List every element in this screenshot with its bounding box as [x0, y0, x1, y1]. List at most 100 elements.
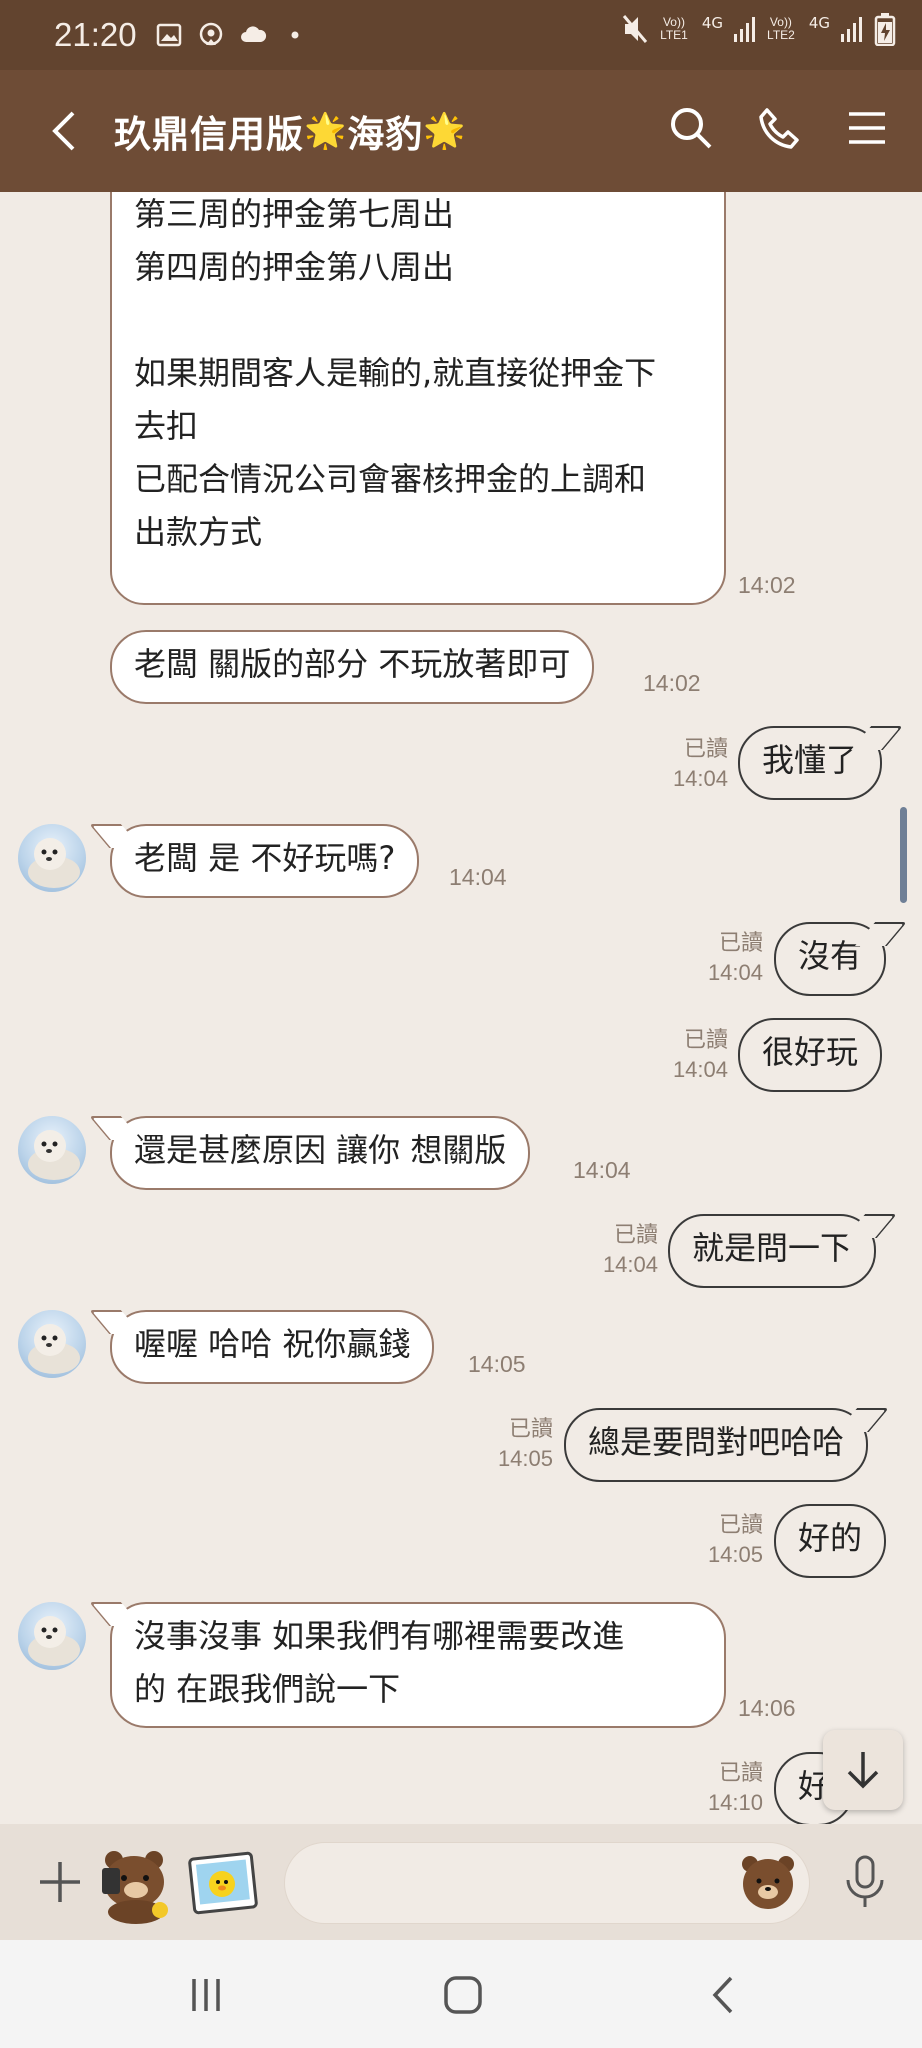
message-text: 已配合情況公司會審核押金的上調和	[134, 460, 647, 498]
message-text: 第三周的押金第七周出	[134, 195, 455, 233]
message-time: 14:02	[738, 572, 796, 598]
avatar[interactable]	[18, 1602, 86, 1670]
message-meta: 已讀 14:05	[465, 1414, 553, 1474]
phone-icon	[759, 108, 799, 149]
signal-icon	[734, 17, 756, 42]
seal-avatar-image	[28, 838, 80, 888]
message-meta: 已讀 14:04	[675, 928, 763, 988]
message-text: 的 在跟我們說一下	[134, 1670, 401, 1708]
status-notification-icons	[155, 21, 309, 49]
message-time: 14:05	[468, 1351, 526, 1377]
message-time: 14:02	[643, 670, 701, 696]
message-time: 14:05	[707, 1542, 763, 1567]
read-receipt: 已讀	[508, 1416, 553, 1441]
message-bubble[interactable]: 還是甚麼原因 讓你 想關版	[110, 1116, 531, 1190]
avatar[interactable]	[18, 1310, 86, 1378]
message-time: 14:04	[573, 1157, 631, 1183]
bear-emoji-icon	[742, 1856, 794, 1909]
message-time: 14:04	[672, 766, 728, 791]
chat-title-suffix: 海豹	[347, 113, 424, 156]
voice-button[interactable]	[840, 1854, 890, 1910]
chat-title: 玖鼎信用版 🌟 海豹 🌟	[114, 104, 467, 158]
message-text: 很好玩	[762, 1033, 859, 1071]
message-text: 出款方式	[134, 513, 263, 551]
map-pin-icon	[199, 22, 222, 46]
message-time: 14:04	[707, 960, 763, 985]
back-chevron-icon	[712, 1976, 733, 2014]
message-meta: 已讀 14:04	[570, 1220, 658, 1280]
message-text: 總是要問對吧哈哈	[588, 1423, 845, 1461]
read-receipt: 已讀	[718, 1512, 763, 1537]
avatar[interactable]	[18, 824, 86, 892]
emoji-button[interactable]	[738, 1852, 798, 1912]
message-text: 還是甚麼原因 讓你 想關版	[134, 1131, 507, 1169]
dot-icon	[291, 31, 299, 39]
seal-avatar-image	[28, 1130, 80, 1180]
home-button[interactable]	[433, 1970, 493, 2020]
avatar[interactable]	[18, 1116, 86, 1184]
message-text: 喔喔 哈哈 祝你贏錢	[134, 1325, 411, 1363]
read-receipt: 已讀	[683, 1027, 728, 1052]
back-button[interactable]	[34, 101, 94, 161]
message-time: 14:10	[707, 1790, 763, 1815]
message-text: 第四周的押金第八周出	[134, 248, 455, 286]
status-bar: 21:20 Vo)) LTE1 4G Vo)) LTE2 4G	[0, 0, 922, 70]
message-text: 沒事沒事 如果我們有哪裡需要改進	[134, 1617, 625, 1655]
message-meta: 已讀 14:10	[675, 1758, 763, 1818]
arrow-down-icon	[847, 1752, 879, 1789]
message-text: 我懂了	[762, 741, 859, 779]
message-bubble[interactable]: 好的	[774, 1504, 887, 1578]
message-time: 14:04	[672, 1057, 728, 1082]
status-time: 21:20	[54, 16, 137, 53]
read-receipt: 已讀	[683, 736, 728, 761]
scrollbar[interactable]	[900, 807, 907, 903]
message-meta: 已讀 14:04	[640, 734, 728, 794]
signal-icon	[841, 17, 862, 42]
message-text: 就是問一下	[692, 1229, 853, 1267]
message-input[interactable]	[284, 1842, 810, 1924]
message-bubble[interactable]: 沒有	[774, 922, 887, 996]
message-text: 如果期間客人是輸的,就直接從押金下	[134, 354, 657, 392]
message-bubble[interactable]: 老闆 關版的部分 不玩放著即可	[110, 630, 595, 704]
search-button[interactable]	[666, 98, 716, 158]
call-button[interactable]	[754, 98, 804, 158]
recent-apps-icon	[192, 1979, 220, 2011]
sim2-gen-label: 4G	[808, 14, 830, 32]
chat-title-text: 玖鼎信用版	[114, 113, 304, 156]
message-text: 去扣	[134, 407, 199, 445]
sim2-network: Vo)) LTE2	[767, 16, 795, 42]
message-text: 好的	[798, 1519, 863, 1557]
star-emoji-icon: 🌟	[423, 111, 467, 151]
add-button[interactable]	[34, 1856, 86, 1908]
chevron-left-icon	[52, 111, 75, 151]
sim1-network: Vo)) LTE1	[660, 16, 688, 42]
photo-button[interactable]	[188, 1850, 258, 1916]
message-time: 14:04	[449, 864, 507, 890]
message-bubble[interactable]: 沒事沒事 如果我們有哪裡需要改進 的 在跟我們說一下	[110, 1602, 726, 1728]
read-receipt: 已讀	[718, 1760, 763, 1785]
chat-messages[interactable]: 第三周的押金第七周出 第四周的押金第八周出 如果期間客人是輸的,就直接從押金下 …	[0, 192, 922, 1824]
message-bubble[interactable]: 很好玩	[738, 1018, 883, 1092]
system-back-button[interactable]	[692, 1970, 752, 2020]
message-bubble[interactable]: 總是要問對吧哈哈	[564, 1408, 869, 1482]
battery-charging-icon	[874, 13, 896, 46]
message-bubble[interactable]: 老闆 是 不好玩嗎?	[110, 824, 420, 898]
message-bubble[interactable]: 第三周的押金第七周出 第四周的押金第八周出 如果期間客人是輸的,就直接從押金下 …	[110, 192, 726, 605]
sim1-lte-label: LTE1	[660, 28, 688, 42]
seal-avatar-image	[28, 1616, 80, 1666]
recent-apps-button[interactable]	[176, 1970, 236, 2020]
sim1-gen-label: 4G	[701, 14, 724, 32]
message-bubble[interactable]: 喔喔 哈哈 祝你贏錢	[110, 1310, 435, 1384]
microphone-icon	[846, 1855, 884, 1907]
scroll-to-bottom-button[interactable]	[823, 1730, 903, 1810]
message-text: 沒有	[798, 937, 863, 975]
photo-sticker-icon	[188, 1851, 258, 1915]
message-bubble[interactable]: 就是問一下	[668, 1214, 877, 1288]
star-emoji-icon: 🌟	[304, 111, 348, 151]
sticker-button[interactable]	[96, 1844, 174, 1924]
message-meta: 已讀 14:04	[640, 1025, 728, 1085]
gallery-icon	[156, 23, 181, 47]
message-bubble[interactable]: 我懂了	[738, 726, 883, 800]
menu-button[interactable]	[842, 98, 892, 158]
